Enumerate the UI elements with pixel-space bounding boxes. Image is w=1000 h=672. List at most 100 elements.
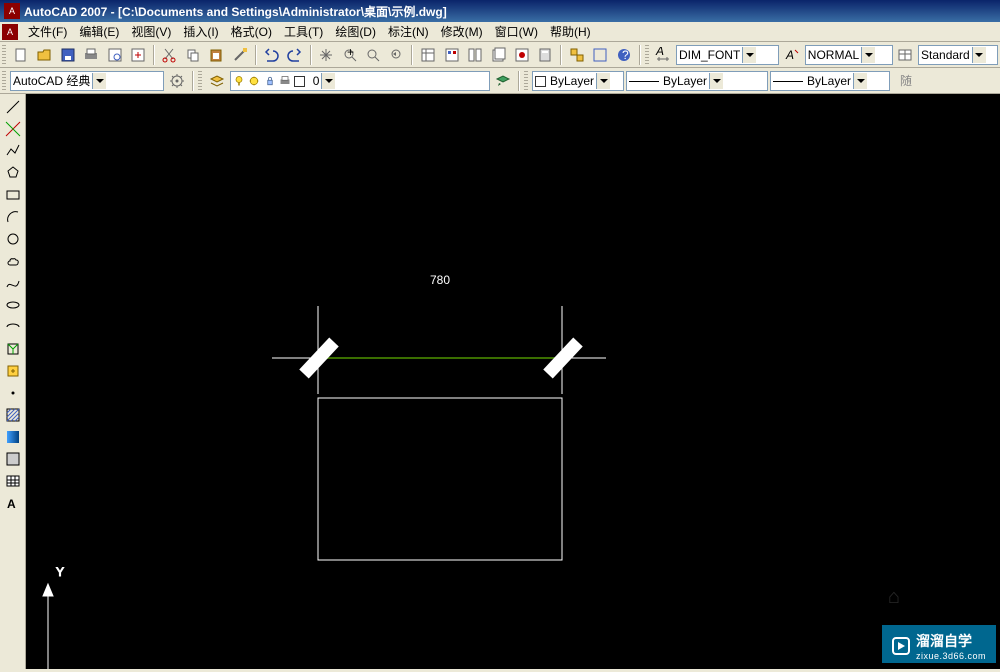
circle-icon[interactable] xyxy=(2,228,24,250)
toolbar-grip[interactable] xyxy=(198,71,202,91)
chevron-down-icon[interactable] xyxy=(596,73,610,89)
svg-text:A: A xyxy=(655,47,664,58)
toolbar-grip[interactable] xyxy=(2,71,6,91)
region-icon[interactable] xyxy=(2,448,24,470)
plot-preview-icon[interactable] xyxy=(104,44,125,66)
match-props-icon[interactable] xyxy=(229,44,250,66)
menu-edit[interactable]: 编辑(E) xyxy=(73,21,125,42)
window-titlebar: A AutoCAD 2007 - [C:\Documents and Setti… xyxy=(0,0,1000,22)
toolbar-standard: + ? A DIM_FONT A NORMAL Standard xyxy=(0,42,1000,68)
gradient-icon[interactable] xyxy=(2,426,24,448)
design-center-icon[interactable] xyxy=(441,44,462,66)
ellipse-arc-icon[interactable] xyxy=(2,316,24,338)
menu-view[interactable]: 视图(V) xyxy=(125,21,177,42)
tool-palettes-icon[interactable] xyxy=(464,44,485,66)
line-icon[interactable] xyxy=(2,96,24,118)
make-block-icon[interactable] xyxy=(2,360,24,382)
table-style-combo[interactable]: Standard xyxy=(918,45,998,65)
polygon-icon[interactable] xyxy=(2,162,24,184)
dimension-text: 780 xyxy=(430,273,450,287)
bycolor-button[interactable]: 随 xyxy=(892,70,920,92)
separator xyxy=(192,71,194,91)
workspace-combo[interactable]: AutoCAD 经典 xyxy=(10,71,164,91)
chevron-down-icon[interactable] xyxy=(742,47,756,63)
layer-manager-icon[interactable] xyxy=(206,70,228,92)
text-style-icon[interactable]: A xyxy=(781,44,802,66)
help-icon[interactable]: ? xyxy=(613,44,634,66)
dim-style-combo[interactable]: DIM_FONT xyxy=(676,45,779,65)
separator xyxy=(153,45,155,65)
linetype-combo[interactable]: ByLayer xyxy=(626,71,768,91)
table-icon[interactable] xyxy=(2,470,24,492)
draw-toolbar: A xyxy=(0,94,26,669)
polyline-icon[interactable] xyxy=(2,140,24,162)
copy-icon[interactable] xyxy=(182,44,203,66)
svg-text:?: ? xyxy=(622,48,629,62)
zoom-previous-icon[interactable] xyxy=(386,44,407,66)
cut-icon[interactable] xyxy=(159,44,180,66)
rectangle-icon[interactable] xyxy=(2,184,24,206)
layer-previous-icon[interactable] xyxy=(492,70,514,92)
chevron-down-icon[interactable] xyxy=(321,73,335,89)
arc-icon[interactable] xyxy=(2,206,24,228)
undo-icon[interactable] xyxy=(261,44,282,66)
svg-text:A: A xyxy=(785,48,794,62)
lineweight-combo[interactable]: ByLayer xyxy=(770,71,890,91)
table-style-icon[interactable] xyxy=(895,44,916,66)
dim-style-icon[interactable]: A xyxy=(653,44,674,66)
document-icon[interactable]: A xyxy=(2,24,18,40)
color-value: ByLayer xyxy=(535,74,594,88)
calculator-icon[interactable] xyxy=(535,44,556,66)
chevron-down-icon[interactable] xyxy=(92,73,106,89)
toolbar-grip[interactable] xyxy=(524,71,528,91)
publish-icon[interactable] xyxy=(127,44,148,66)
chevron-down-icon[interactable] xyxy=(972,47,986,63)
chevron-down-icon[interactable] xyxy=(709,73,723,89)
menu-modify[interactable]: 修改(M) xyxy=(435,21,489,42)
drawing-canvas[interactable]: 780 Y ⌂ 溜溜自学 zixue.3d66.com xyxy=(26,94,1000,669)
spline-icon[interactable] xyxy=(2,272,24,294)
menu-help[interactable]: 帮助(H) xyxy=(544,21,597,42)
redo-icon[interactable] xyxy=(284,44,305,66)
svg-text:+: + xyxy=(347,47,354,59)
markup-icon[interactable] xyxy=(511,44,532,66)
revision-cloud-icon[interactable] xyxy=(2,250,24,272)
point-icon[interactable] xyxy=(2,382,24,404)
insert-block-icon[interactable] xyxy=(2,338,24,360)
ellipse-icon[interactable] xyxy=(2,294,24,316)
menu-draw[interactable]: 绘图(D) xyxy=(329,21,382,42)
table-style-value: Standard xyxy=(921,48,970,62)
save-icon[interactable] xyxy=(57,44,78,66)
menu-file[interactable]: 文件(F) xyxy=(22,21,73,42)
sheet-set-icon[interactable] xyxy=(488,44,509,66)
chevron-down-icon[interactable] xyxy=(861,47,875,63)
construction-line-icon[interactable] xyxy=(2,118,24,140)
mtext-icon[interactable]: A xyxy=(2,492,24,514)
toolbar-grip[interactable] xyxy=(2,45,6,65)
paste-icon[interactable] xyxy=(206,44,227,66)
print-icon[interactable] xyxy=(80,44,101,66)
clean-screen-icon[interactable] xyxy=(590,44,611,66)
zoom-realtime-icon[interactable]: + xyxy=(339,44,360,66)
color-combo[interactable]: ByLayer xyxy=(532,71,624,91)
hatch-icon[interactable] xyxy=(2,404,24,426)
pan-icon[interactable] xyxy=(316,44,337,66)
app-icon: A xyxy=(4,3,20,19)
chevron-down-icon[interactable] xyxy=(853,73,867,89)
menu-format[interactable]: 格式(O) xyxy=(225,21,278,42)
menu-insert[interactable]: 插入(I) xyxy=(177,21,224,42)
workspace-settings-icon[interactable] xyxy=(166,70,188,92)
menu-window[interactable]: 窗口(W) xyxy=(489,21,544,42)
properties-icon[interactable] xyxy=(417,44,438,66)
text-style-combo[interactable]: NORMAL xyxy=(805,45,893,65)
menu-dimension[interactable]: 标注(N) xyxy=(382,21,435,42)
block-editor-icon[interactable] xyxy=(566,44,587,66)
menu-tools[interactable]: 工具(T) xyxy=(278,21,329,42)
svg-text:Y: Y xyxy=(56,565,64,579)
zoom-window-icon[interactable] xyxy=(362,44,383,66)
new-icon[interactable] xyxy=(10,44,31,66)
layer-combo[interactable]: 0 xyxy=(230,71,490,91)
open-icon[interactable] xyxy=(33,44,54,66)
separator xyxy=(560,45,562,65)
toolbar-grip[interactable] xyxy=(645,45,649,65)
